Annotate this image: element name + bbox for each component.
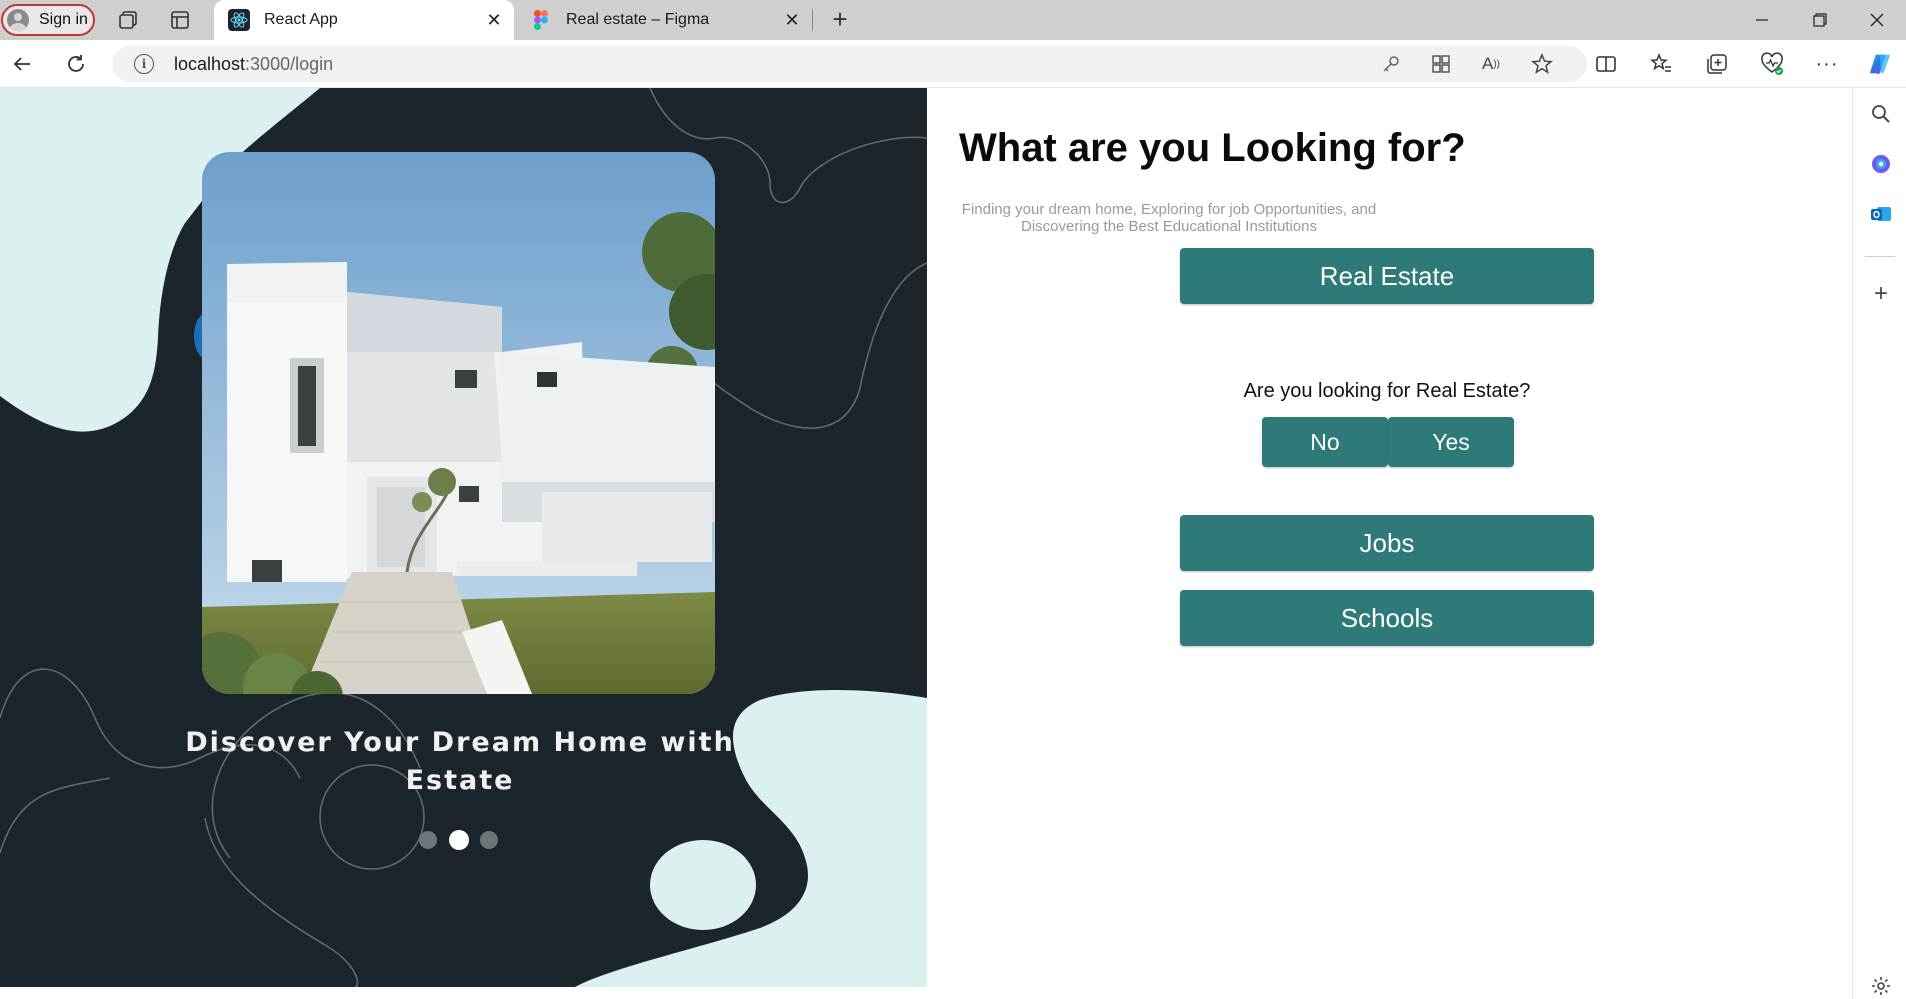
favorites-icon[interactable]: [1649, 52, 1673, 76]
tab-separator: [812, 9, 813, 31]
yes-button[interactable]: Yes: [1388, 417, 1514, 467]
browser-nav-bar: i localhost:3000/login A)) ···: [0, 40, 1906, 88]
carousel-dot-2-active[interactable]: [449, 830, 469, 850]
address-bar[interactable]: i localhost:3000/login A)): [112, 46, 1587, 82]
jobs-button[interactable]: Jobs: [1180, 515, 1594, 571]
url-text: localhost:3000/login: [174, 54, 333, 75]
close-tab-icon[interactable]: ✕: [484, 10, 504, 30]
key-icon[interactable]: [1379, 52, 1403, 76]
add-icon[interactable]: +: [1869, 280, 1893, 307]
split-screen-icon[interactable]: [1594, 52, 1618, 76]
tab-react-app[interactable]: React App ✕: [214, 0, 514, 40]
no-button[interactable]: No: [1262, 417, 1388, 467]
browser-sidebar: +: [1852, 88, 1906, 999]
refresh-icon[interactable]: [64, 52, 88, 76]
schools-button[interactable]: Schools: [1180, 590, 1594, 646]
workspaces-icon[interactable]: [116, 8, 140, 32]
search-icon[interactable]: [1869, 102, 1893, 126]
outlook-icon[interactable]: [1869, 202, 1893, 226]
main-content: What are you Looking for? Finding your d…: [927, 88, 1852, 999]
real-estate-question: Are you looking for Real Estate?: [1243, 380, 1531, 402]
read-aloud-icon[interactable]: A)): [1479, 52, 1503, 76]
url-host: localhost: [174, 54, 246, 74]
restore-icon[interactable]: [1800, 8, 1840, 32]
page-subtitle: Finding your dream home, Exploring for j…: [961, 201, 1377, 235]
apps-icon[interactable]: [1429, 52, 1453, 76]
new-tab-button[interactable]: +: [826, 6, 854, 34]
hero-title: Discover Your Dream Home with Estate: [185, 727, 735, 796]
browser-tab-bar: Sign in React App ✕ Real estate – Figma …: [0, 0, 1906, 40]
hero-panel: Discover Your Dream Home with Estate: [0, 88, 927, 987]
copilot-icon[interactable]: [1868, 52, 1892, 76]
browser-essentials-icon[interactable]: [1760, 52, 1784, 76]
sign-in-label: Sign in: [39, 11, 88, 28]
real-estate-button[interactable]: Real Estate: [1180, 248, 1594, 304]
settings-gear-icon[interactable]: [1869, 974, 1893, 998]
minimize-icon[interactable]: [1742, 8, 1782, 32]
more-options-icon[interactable]: ···: [1815, 52, 1839, 76]
url-path: :3000/login: [245, 54, 334, 74]
page-title: What are you Looking for?: [959, 126, 1466, 170]
tab-actions-icon[interactable]: [168, 8, 192, 32]
carousel-dot-3[interactable]: [480, 831, 498, 849]
tab-figma[interactable]: Real estate – Figma ✕: [516, 0, 812, 40]
sidebar-divider: [1865, 256, 1895, 257]
close-tab-icon[interactable]: ✕: [782, 10, 802, 30]
back-arrow-icon[interactable]: [10, 52, 34, 76]
carousel-dot-1[interactable]: [419, 831, 437, 849]
collections-icon[interactable]: [1705, 52, 1729, 76]
tab-title: React App: [264, 11, 338, 28]
react-icon: [228, 9, 250, 31]
hero-house-image: [202, 152, 715, 694]
figma-icon: [530, 9, 552, 31]
tab-title: Real estate – Figma: [566, 11, 710, 28]
close-window-icon[interactable]: [1857, 8, 1897, 32]
favorite-star-icon[interactable]: [1530, 52, 1554, 76]
sign-in-button[interactable]: Sign in: [1, 4, 95, 36]
site-info-icon[interactable]: i: [134, 54, 154, 74]
profile-icon: [7, 9, 29, 31]
copilot-sidebar-icon[interactable]: [1869, 152, 1893, 176]
